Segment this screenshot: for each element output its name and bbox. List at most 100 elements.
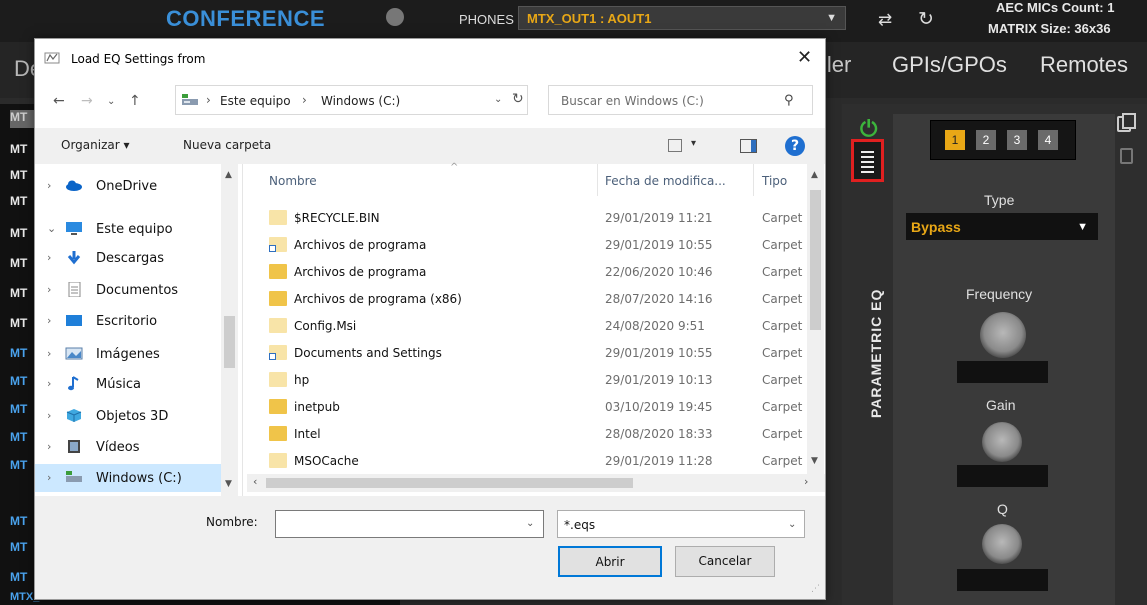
scroll-thumb[interactable] bbox=[810, 190, 821, 330]
search-box[interactable]: Buscar en Windows (C:) ⚲ bbox=[548, 85, 813, 115]
aec-count-label: AEC MICs Count: 1 bbox=[996, 0, 1115, 15]
scroll-thumb[interactable] bbox=[266, 478, 633, 488]
open-button[interactable]: Abrir bbox=[558, 546, 662, 577]
search-icon: ⚲ bbox=[784, 93, 794, 108]
file-row[interactable]: Archivos de programa 22/06/2020 10:46 Ca… bbox=[247, 260, 807, 287]
frequency-knob[interactable] bbox=[980, 312, 1026, 358]
expand-chevron-icon[interactable]: › bbox=[47, 347, 51, 360]
scroll-down-icon[interactable]: ▼ bbox=[225, 479, 232, 489]
nav-item-label: Este equipo bbox=[96, 222, 173, 237]
nav-item-windows-c[interactable]: › Windows (C:) bbox=[35, 464, 235, 492]
expand-chevron-icon[interactable]: › bbox=[47, 409, 51, 422]
refresh-icon[interactable]: ↻ bbox=[918, 8, 934, 31]
column-header-type[interactable]: Tipo bbox=[762, 174, 787, 188]
file-row[interactable]: Archivos de programa 29/01/2019 10:55 Ca… bbox=[247, 233, 807, 260]
file-name: Intel bbox=[294, 427, 321, 441]
organize-button[interactable]: Organizar ▾ bbox=[61, 138, 130, 152]
expand-chevron-icon[interactable]: › bbox=[47, 314, 51, 327]
file-row[interactable]: Archivos de programa (x86) 28/07/2020 14… bbox=[247, 287, 807, 314]
forward-icon[interactable]: → bbox=[81, 93, 93, 109]
expand-chevron-icon[interactable]: › bbox=[47, 251, 51, 264]
cancel-button[interactable]: Cancelar bbox=[675, 546, 775, 577]
nav-item-este-equipo[interactable]: ⌄ Este equipo bbox=[35, 215, 235, 243]
nav-item-escritorio[interactable]: › Escritorio bbox=[35, 307, 235, 335]
band-2-button[interactable]: 2 bbox=[976, 130, 996, 150]
file-row[interactable]: Documents and Settings 29/01/2019 10:55 … bbox=[247, 341, 807, 368]
gain-knob[interactable] bbox=[982, 422, 1022, 462]
filetype-select[interactable]: *.eqs ⌄ bbox=[557, 510, 805, 538]
file-list-vertical-scrollbar[interactable]: ▲ ▼ bbox=[807, 164, 824, 474]
eq-menu-button[interactable] bbox=[851, 139, 884, 182]
file-row[interactable]: hp 29/01/2019 10:13 Carpet bbox=[247, 368, 807, 395]
nav-pane-scrollbar[interactable]: ▲ ▼ bbox=[221, 164, 238, 496]
scroll-left-icon[interactable]: ‹ bbox=[253, 475, 257, 488]
nav-item-videos[interactable]: › Vídeos bbox=[35, 433, 235, 461]
expand-chevron-icon[interactable]: › bbox=[47, 283, 51, 296]
nav-item-musica[interactable]: › Música bbox=[35, 370, 235, 398]
column-header-date[interactable]: Fecha de modifica... bbox=[605, 174, 726, 188]
scroll-thumb[interactable] bbox=[224, 316, 235, 368]
scroll-down-icon[interactable]: ▼ bbox=[811, 456, 818, 466]
resize-grip-icon[interactable]: ⋰ bbox=[811, 584, 820, 594]
expand-chevron-icon[interactable]: › bbox=[47, 377, 51, 390]
band-1-button[interactable]: 1 bbox=[945, 130, 965, 150]
swap-icon[interactable]: ⇄ bbox=[878, 10, 892, 30]
help-icon[interactable]: ? bbox=[785, 136, 805, 156]
breadcrumb-este-equipo[interactable]: Este equipo bbox=[220, 94, 291, 108]
file-row[interactable]: MSOCache 29/01/2019 11:28 Carpet bbox=[247, 449, 807, 476]
expand-chevron-icon[interactable]: › bbox=[47, 471, 51, 484]
back-icon[interactable]: ← bbox=[53, 93, 65, 109]
gear-icon[interactable] bbox=[386, 8, 404, 26]
nav-item-imagenes[interactable]: › Imágenes bbox=[35, 340, 235, 368]
view-dropdown-icon[interactable]: ▾ bbox=[691, 138, 696, 149]
scroll-up-icon[interactable]: ▲ bbox=[811, 170, 818, 180]
nav-item-objetos-3d[interactable]: › Objetos 3D bbox=[35, 402, 235, 430]
tab-controller[interactable]: ller bbox=[822, 52, 851, 78]
nav-item-documentos[interactable]: › Documentos bbox=[35, 276, 235, 304]
preview-pane-icon[interactable] bbox=[740, 139, 757, 153]
band-3-button[interactable]: 3 bbox=[1007, 130, 1027, 150]
file-row[interactable]: Config.Msi 24/08/2020 9:51 Carpet bbox=[247, 314, 807, 341]
nav-item-onedrive[interactable]: › OneDrive bbox=[35, 172, 235, 200]
copy-icon[interactable] bbox=[1117, 113, 1136, 132]
column-divider[interactable] bbox=[753, 164, 754, 196]
column-divider[interactable] bbox=[597, 164, 598, 196]
paste-icon[interactable] bbox=[1120, 148, 1133, 164]
view-options-icon[interactable] bbox=[668, 139, 682, 152]
q-knob[interactable] bbox=[982, 524, 1022, 564]
breadcrumb-windows-c[interactable]: Windows (C:) bbox=[321, 94, 400, 108]
scroll-up-icon[interactable]: ▲ bbox=[225, 170, 232, 180]
output-select[interactable]: MTX_OUT1 : AOUT1 ▼ bbox=[518, 6, 846, 30]
folder-icon bbox=[269, 291, 287, 306]
eq-type-select[interactable]: Bypass ▼ bbox=[906, 213, 1098, 240]
file-list-horizontal-scrollbar[interactable]: ‹ › bbox=[247, 474, 825, 492]
collapse-chevron-icon[interactable]: ⌄ bbox=[47, 222, 56, 235]
filename-dropdown-icon[interactable]: ⌄ bbox=[526, 518, 534, 529]
address-bar[interactable]: › Este equipo › Windows (C:) ⌄ ↻ bbox=[175, 85, 528, 115]
column-header-name[interactable]: Nombre bbox=[269, 174, 317, 188]
file-row[interactable]: Intel 28/08/2020 18:33 Carpet bbox=[247, 422, 807, 449]
address-dropdown-icon[interactable]: ⌄ bbox=[494, 94, 502, 105]
search-input[interactable]: Buscar en Windows (C:) bbox=[561, 94, 704, 108]
band-4-button[interactable]: 4 bbox=[1038, 130, 1058, 150]
tab-remotes[interactable]: Remotes bbox=[1040, 52, 1128, 78]
new-folder-button[interactable]: Nueva carpeta bbox=[183, 138, 271, 152]
scroll-right-icon[interactable]: › bbox=[804, 475, 808, 488]
file-list: ^ Nombre Fecha de modifica... Tipo $RECY… bbox=[247, 162, 825, 496]
parametric-eq-label: PARAMETRIC EQ bbox=[868, 289, 884, 418]
downloads-icon bbox=[67, 251, 81, 265]
nav-item-descargas[interactable]: › Descargas bbox=[35, 244, 235, 272]
folder-icon bbox=[269, 453, 287, 468]
expand-chevron-icon[interactable]: › bbox=[47, 179, 51, 192]
file-row[interactable]: $RECYCLE.BIN 29/01/2019 11:21 Carpet bbox=[247, 206, 807, 233]
up-icon[interactable]: ↑ bbox=[129, 93, 141, 109]
refresh-icon[interactable]: ↻ bbox=[512, 91, 524, 107]
tab-gpis-gpos[interactable]: GPIs/GPOs bbox=[892, 52, 1007, 78]
expand-chevron-icon[interactable]: › bbox=[47, 440, 51, 453]
nav-item-label: Imágenes bbox=[96, 347, 160, 362]
close-icon[interactable]: ✕ bbox=[797, 47, 812, 68]
filename-input[interactable] bbox=[275, 510, 544, 538]
frequency-label: Frequency bbox=[966, 286, 1033, 302]
file-row[interactable]: inetpub 03/10/2019 19:45 Carpet bbox=[247, 395, 807, 422]
recent-dropdown-icon[interactable]: ⌄ bbox=[107, 96, 115, 107]
